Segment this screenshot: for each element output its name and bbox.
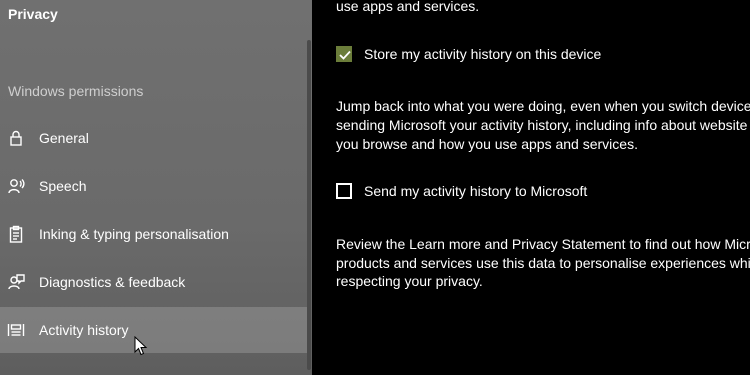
- sidebar-item-label: Diagnostics & feedback: [39, 274, 186, 290]
- description-line: Jump back into what you were doing, even…: [336, 98, 750, 114]
- settings-window: Privacy Windows permissions General Spee…: [0, 0, 750, 375]
- speech-icon: [7, 177, 25, 195]
- sidebar-scrollbar[interactable]: [307, 40, 311, 370]
- privacy-info-line: respecting your privacy.: [336, 273, 483, 289]
- sidebar-item-label: Speech: [39, 178, 87, 194]
- clipboard-icon: [7, 225, 25, 243]
- sidebar-item-general[interactable]: General: [0, 115, 307, 161]
- store-activity-history-checkbox[interactable]: [336, 46, 352, 62]
- feedback-icon: [7, 273, 25, 291]
- section-heading-windows-permissions: Windows permissions: [8, 83, 144, 99]
- sidebar-item-label: Activity history: [39, 322, 129, 338]
- send-activity-history-checkbox[interactable]: [336, 183, 352, 199]
- sidebar-item-inking-typing[interactable]: Inking & typing personalisation: [0, 211, 307, 257]
- store-activity-history-label[interactable]: Store my activity history on this device: [364, 46, 601, 62]
- lock-icon: [7, 129, 25, 147]
- mouse-cursor-icon: [134, 336, 148, 356]
- sidebar: Privacy Windows permissions General Spee…: [0, 0, 312, 375]
- sidebar-item-activity-history[interactable]: Activity history: [0, 307, 307, 353]
- sidebar-item-diagnostics-feedback[interactable]: Diagnostics & feedback: [0, 259, 307, 305]
- intro-text: use apps and services.: [336, 0, 480, 14]
- page-title: Privacy: [8, 6, 58, 22]
- sidebar-item-speech[interactable]: Speech: [0, 163, 307, 209]
- privacy-info-line: products and services use this data to p…: [336, 255, 750, 271]
- main-content: use apps and services. Store my activity…: [312, 0, 750, 375]
- description-line: you browse and how you use apps and serv…: [336, 136, 638, 152]
- send-activity-history-label[interactable]: Send my activity history to Microsoft: [364, 183, 587, 199]
- checkmark-icon: [339, 50, 351, 60]
- activity-history-icon: [7, 321, 25, 339]
- sidebar-item-label: Inking & typing personalisation: [39, 226, 229, 242]
- sidebar-item-label: General: [39, 130, 89, 146]
- privacy-info-line: Review the Learn more and Privacy Statem…: [336, 236, 750, 252]
- description-line: sending Microsoft your activity history,…: [336, 117, 748, 133]
